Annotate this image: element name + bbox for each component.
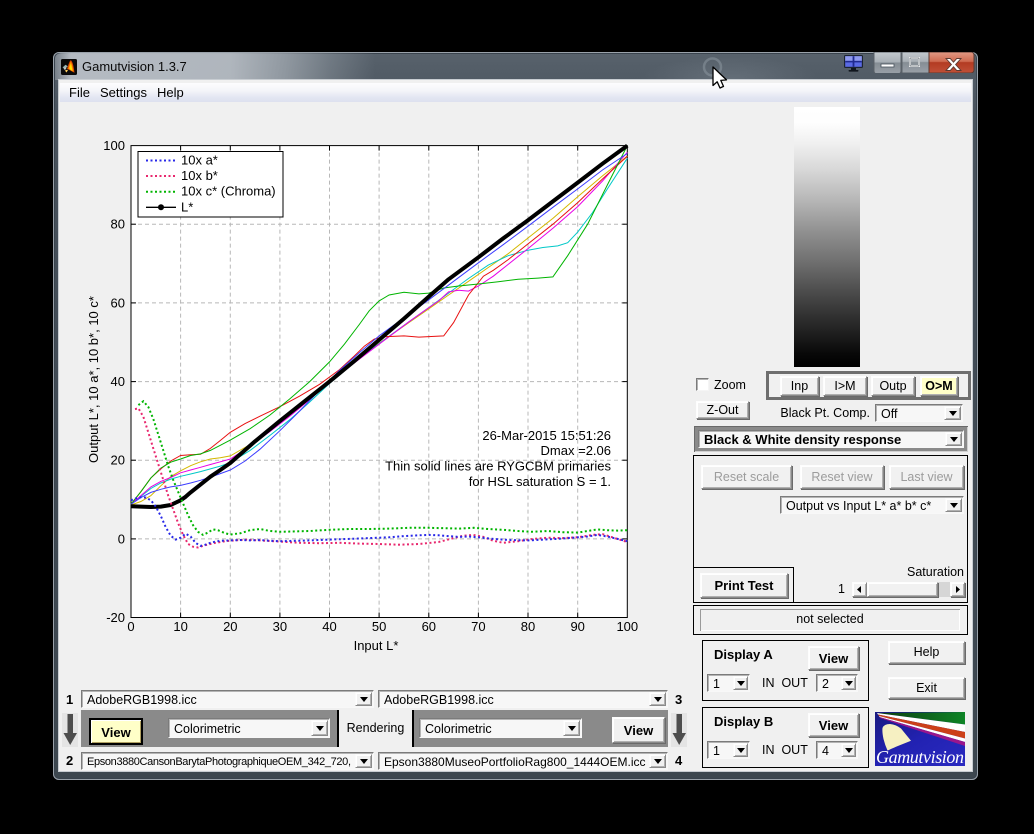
svg-text:Input L*: Input L*	[354, 638, 399, 653]
svg-text:30: 30	[273, 619, 287, 634]
svg-text:10: 10	[173, 619, 187, 634]
svg-text:70: 70	[471, 619, 485, 634]
svg-text:100: 100	[103, 138, 125, 153]
svg-text:0: 0	[118, 531, 125, 546]
svg-text:Output L*, 10 a*, 10 b*, 10 c*: Output L*, 10 a*, 10 b*, 10 c*	[86, 296, 101, 463]
svg-text:L*: L*	[181, 199, 193, 214]
svg-text:60: 60	[422, 619, 436, 634]
svg-text:60: 60	[111, 295, 125, 310]
svg-text:0: 0	[127, 619, 134, 634]
svg-text:Gamutvision: Gamutvision	[876, 747, 964, 766]
svg-text:Dmax =2.06: Dmax =2.06	[541, 443, 611, 458]
svg-text:40: 40	[111, 374, 125, 389]
svg-text:10x b*: 10x b*	[181, 168, 218, 183]
svg-text:10x c* (Chroma): 10x c* (Chroma)	[181, 184, 276, 199]
svg-text:-20: -20	[106, 610, 125, 625]
svg-text:10x a*: 10x a*	[181, 153, 218, 168]
svg-text:40: 40	[322, 619, 336, 634]
svg-text:for HSL saturation S = 1.: for HSL saturation S = 1.	[469, 474, 611, 489]
svg-text:26-Mar-2015 15:51:26: 26-Mar-2015 15:51:26	[482, 428, 611, 443]
svg-text:20: 20	[111, 453, 125, 468]
svg-text:20: 20	[223, 619, 237, 634]
svg-text:50: 50	[372, 619, 386, 634]
svg-text:Thin solid lines are RYGCBM pr: Thin solid lines are RYGCBM primaries	[385, 459, 611, 474]
svg-text:80: 80	[521, 619, 535, 634]
svg-text:90: 90	[570, 619, 584, 634]
svg-text:80: 80	[111, 217, 125, 232]
svg-text:100: 100	[616, 619, 638, 634]
